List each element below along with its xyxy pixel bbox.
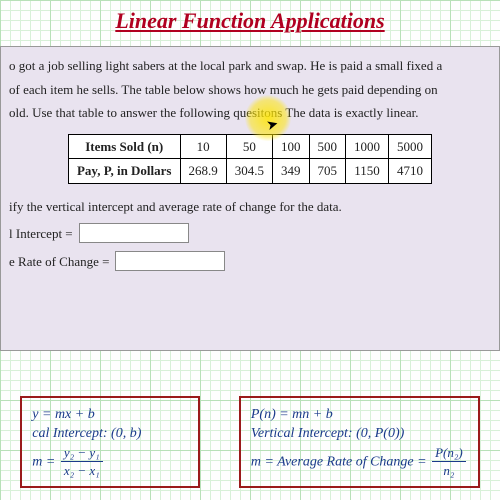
problem-text-line: of each item he sells. The table below s…	[9, 81, 491, 99]
row-header: Items Sold (n)	[68, 134, 180, 159]
cell: 4710	[389, 159, 432, 184]
cell: 268.9	[180, 159, 226, 184]
cell: 1150	[346, 159, 389, 184]
fraction-denominator: n₂	[432, 462, 466, 480]
fraction-numerator: P(n₂)	[432, 444, 466, 463]
page-title: Linear Function Applications	[0, 8, 500, 34]
data-table: Items Sold (n) 10 50 100 500 1000 5000 P…	[68, 134, 432, 184]
cell: 100	[273, 134, 310, 159]
cell: 304.5	[226, 159, 272, 184]
table-row: Items Sold (n) 10 50 100 500 1000 5000	[68, 134, 431, 159]
formula-box-cartesian: y = mx + b cal Intercept: (0, b) m = y₂ …	[20, 396, 200, 488]
fraction: P(n₂) n₂	[432, 444, 466, 480]
formula-line: cal Intercept: (0, b)	[32, 425, 188, 444]
fraction-numerator: y₂ − y₁	[61, 444, 103, 463]
cell: 500	[309, 134, 346, 159]
vertical-intercept-input[interactable]	[79, 223, 189, 243]
formula-line: Vertical Intercept: (0, P(0))	[251, 425, 468, 444]
vertical-intercept-label: l Intercept =	[9, 225, 73, 243]
vertical-intercept-row: l Intercept =	[9, 223, 491, 243]
formula-lhs: m = Average Rate of Change =	[251, 454, 427, 469]
formula-line: m = Average Rate of Change = P(n₂) n₂	[251, 444, 468, 480]
fraction: y₂ − y₁ x₂ − x₁	[61, 444, 103, 480]
formula-line: y = mx + b	[32, 406, 188, 425]
cell: 50	[226, 134, 272, 159]
sub-question: ify the vertical intercept and average r…	[9, 198, 491, 216]
cell: 705	[309, 159, 346, 184]
formula-lhs: m =	[32, 454, 55, 469]
formula-row: y = mx + b cal Intercept: (0, b) m = y₂ …	[0, 396, 500, 488]
problem-text-line: o got a job selling light sabers at the …	[9, 57, 491, 75]
rate-of-change-input[interactable]	[115, 251, 225, 271]
problem-text-line: old. Use that table to answer the follow…	[9, 104, 491, 122]
rate-of-change-row: e Rate of Change =	[9, 251, 491, 271]
cell: 5000	[389, 134, 432, 159]
formula-line: P(n) = mn + b	[251, 406, 468, 425]
row-header: Pay, P, in Dollars	[68, 159, 180, 184]
formula-box-application: P(n) = mn + b Vertical Intercept: (0, P(…	[239, 396, 480, 488]
cell: 1000	[346, 134, 389, 159]
cell: 349	[273, 159, 310, 184]
title-bar: Linear Function Applications	[0, 0, 500, 40]
cell: 10	[180, 134, 226, 159]
fraction-denominator: x₂ − x₁	[61, 462, 103, 480]
problem-panel: ➤ o got a job selling light sabers at th…	[0, 46, 500, 351]
rate-of-change-label: e Rate of Change =	[9, 253, 109, 271]
formula-line: m = y₂ − y₁ x₂ − x₁	[32, 444, 188, 480]
table-row: Pay, P, in Dollars 268.9 304.5 349 705 1…	[68, 159, 431, 184]
